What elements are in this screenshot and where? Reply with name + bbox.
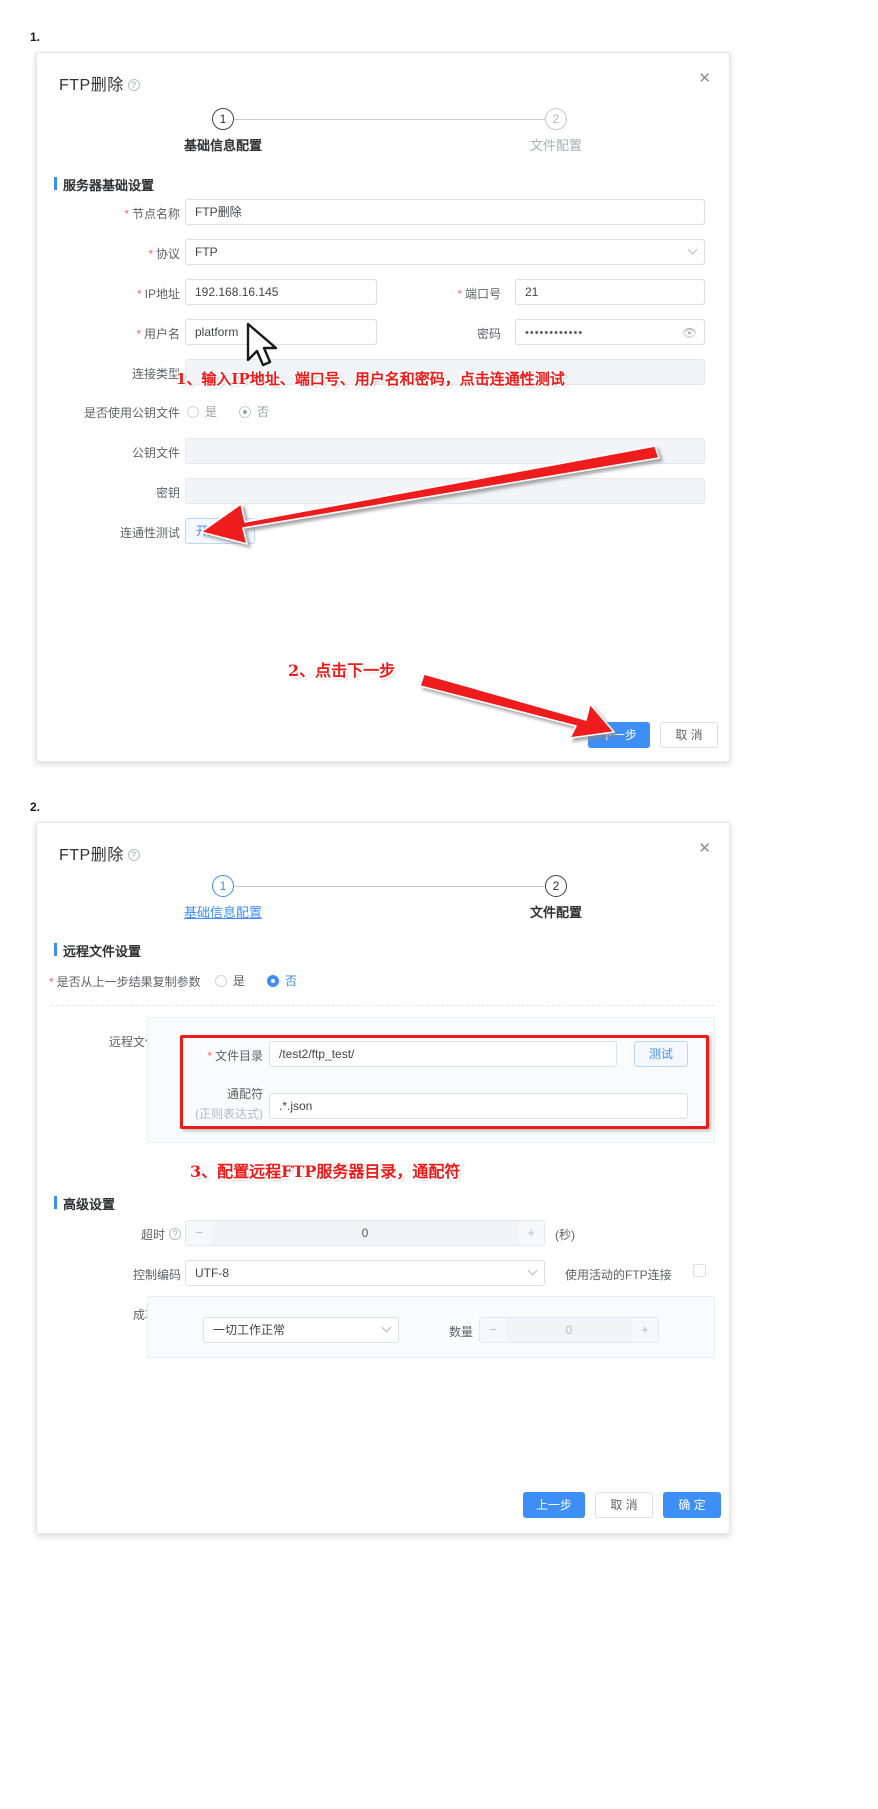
chevron-down-icon (381, 1322, 392, 1333)
timeout-label: 超时? (95, 1226, 181, 1243)
annotation-note-1: 1、输入IP地址、端口号、用户名和密码，点击连通性测试 (176, 370, 565, 388)
success-condition-select[interactable]: 一切工作正常 (203, 1317, 399, 1343)
figure-label-1: 1. (30, 30, 41, 44)
radio-yes[interactable] (187, 406, 199, 418)
quantity-value[interactable]: 0 (506, 1318, 632, 1342)
port-input[interactable]: 21 (515, 279, 705, 305)
screenshot-page: 1. FTP删除? ✕ 1 2 基础信息配置 文件配置 服务器基础设置 * 节点名… (0, 0, 878, 1809)
dialog2-title-text: FTP删除 (59, 847, 124, 864)
node-name-label: * 节点名称 (124, 207, 180, 221)
required-mark: * (457, 287, 462, 301)
radio-yes-label: 是 (205, 405, 218, 419)
divider (51, 1005, 715, 1006)
active-ftp-checkbox[interactable] (693, 1264, 706, 1277)
required-mark: * (124, 207, 129, 221)
ip-input[interactable]: 192.168.16.145 (185, 279, 377, 305)
protocol-label: * 协议 (148, 247, 180, 261)
radio-yes-label: 是 (233, 974, 246, 988)
node-name-input[interactable]: FTP删除 (185, 199, 705, 225)
prev-step-button[interactable]: 上一步 (523, 1492, 585, 1518)
radio-no[interactable] (239, 406, 252, 418)
active-ftp-label: 使用活动的FTP连接 (565, 1268, 672, 1282)
pubkey-file-label: 公钥文件 (131, 446, 180, 460)
protocol-value: FTP (195, 245, 218, 259)
server-basic-section-title: 服务器基础设置 (54, 175, 154, 194)
radio-no-label: 否 (257, 405, 270, 419)
figure-label-2: 2. (30, 800, 41, 814)
port-label: * 端口号 (457, 287, 501, 301)
password-label: 密码 (476, 327, 501, 341)
stepper-node-1[interactable]: 1 (212, 108, 234, 130)
password-value: •••••••••••• (525, 327, 584, 339)
annotation-note-2: 2、点击下一步 (288, 661, 396, 680)
password-input[interactable]: •••••••••••• 👁 (515, 319, 705, 345)
remote-file-section-title: 远程文件设置 (54, 941, 141, 960)
stepper-label-2: 文件配置 (529, 138, 582, 153)
help-icon[interactable]: ? (127, 849, 140, 861)
dialog1-title: FTP删除? (59, 71, 140, 95)
annotation-note-3: 3、配置远程FTP服务器目录，通配符 (190, 1162, 461, 1181)
connectivity-test-label: 连通性测试 (119, 526, 180, 540)
stepper-node-2[interactable]: 2 (545, 108, 567, 130)
username-label: * 用户名 (136, 327, 180, 341)
timeout-value[interactable]: 0 (212, 1221, 518, 1245)
copy-params-radio-group[interactable]: 是否 (215, 972, 319, 989)
encoding-select[interactable]: UTF-8 (185, 1260, 545, 1286)
annotation-arrow-1 (200, 445, 660, 545)
stepper-label-2: 文件配置 (529, 905, 582, 920)
required-mark: * (49, 975, 54, 989)
radio-yes[interactable] (215, 975, 227, 987)
cancel-button[interactable]: 取 消 (595, 1492, 653, 1518)
stepper-line (234, 886, 556, 887)
confirm-button[interactable]: 确 定 (663, 1492, 721, 1518)
quantity-decrement-button[interactable]: − (480, 1318, 506, 1342)
encoding-label: 控制编码 (132, 1268, 181, 1282)
annotation-arrow-2 (419, 673, 615, 739)
secret-label: 密钥 (155, 486, 180, 500)
stepper-label-1: 基础信息配置 (183, 138, 262, 153)
success-condition-value: 一切工作正常 (213, 1323, 286, 1337)
chevron-down-icon (527, 1265, 538, 1276)
ip-label: * IP地址 (136, 287, 180, 301)
required-mark: * (136, 327, 141, 341)
dialog2-title: FTP删除? (59, 841, 140, 865)
chevron-down-icon (687, 244, 698, 255)
close-icon[interactable]: ✕ (698, 71, 711, 86)
connection-type-label: 连接类型 (131, 367, 180, 381)
timeout-stepper[interactable]: − 0 + (185, 1220, 545, 1246)
stepper-label-1[interactable]: 基础信息配置 (143, 902, 303, 921)
quantity-label: 数量 (448, 1325, 473, 1339)
close-icon[interactable]: ✕ (698, 841, 711, 856)
timeout-unit-label: (秒) (555, 1228, 575, 1242)
radio-no-label: 否 (285, 974, 298, 988)
required-mark: * (136, 287, 142, 301)
dialog1-title-text: FTP删除 (59, 77, 124, 94)
use-pubkey-radio-group[interactable]: 是否 (187, 403, 291, 420)
timeout-increment-button[interactable]: + (518, 1221, 544, 1245)
ftp-delete-dialog-step1: FTP删除? ✕ 1 2 基础信息配置 文件配置 服务器基础设置 * 节点名称 F… (36, 52, 730, 762)
advanced-section-title: 高级设置 (54, 1194, 115, 1213)
encoding-value: UTF-8 (195, 1266, 229, 1280)
quantity-increment-button[interactable]: + (632, 1318, 658, 1342)
help-icon[interactable]: ? (127, 79, 140, 91)
radio-no[interactable] (267, 975, 280, 987)
copy-params-label: * 是否从上一步结果复制参数 (49, 975, 201, 989)
stepper-line (234, 119, 556, 120)
protocol-select[interactable]: FTP (185, 239, 705, 265)
annotation-highlight-box (180, 1035, 709, 1129)
stepper-node-1[interactable]: 1 (212, 875, 234, 897)
use-pubkey-label: 是否使用公钥文件 (83, 406, 180, 420)
required-mark: * (148, 247, 153, 261)
quantity-stepper[interactable]: − 0 + (479, 1317, 659, 1343)
stepper-node-2[interactable]: 2 (545, 875, 567, 897)
timeout-decrement-button[interactable]: − (186, 1221, 212, 1245)
cancel-button[interactable]: 取 消 (660, 722, 718, 748)
help-icon[interactable]: ? (169, 1228, 181, 1240)
eye-icon[interactable]: 👁 (682, 326, 697, 340)
